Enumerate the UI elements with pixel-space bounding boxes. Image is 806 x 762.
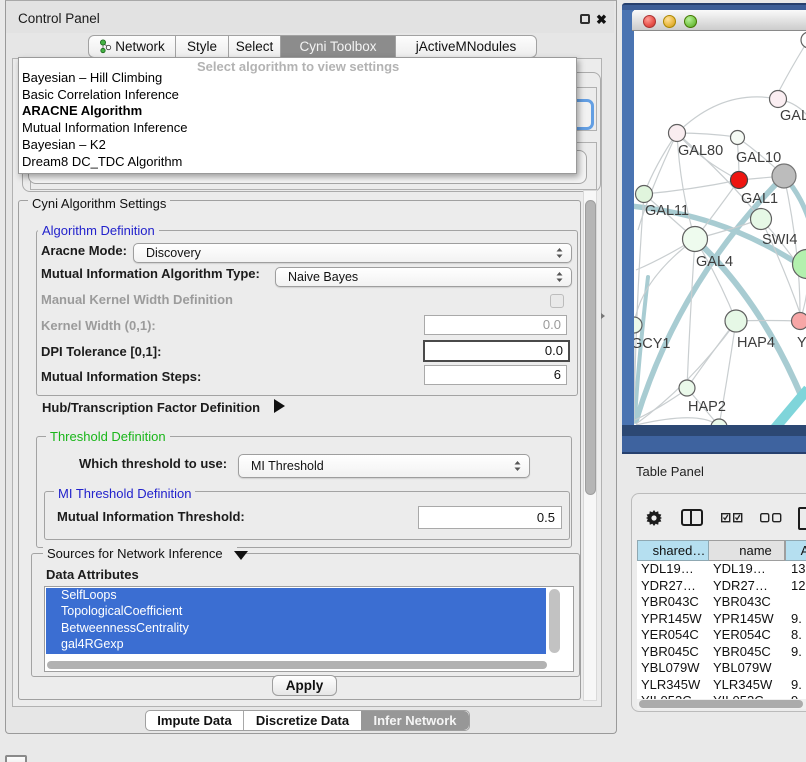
svg-text:GAL7: GAL7 xyxy=(780,108,806,124)
svg-text:SWI4: SWI4 xyxy=(762,232,797,248)
svg-text:GAL1: GAL1 xyxy=(741,191,778,207)
svg-text:GAL10: GAL10 xyxy=(736,150,781,166)
svg-text:GCY1: GCY1 xyxy=(634,336,671,352)
svg-text:HAP4: HAP4 xyxy=(737,335,775,351)
svg-text:GAL4: GAL4 xyxy=(696,254,733,270)
svg-text:GAL11: GAL11 xyxy=(645,203,689,219)
svg-text:HAP2: HAP2 xyxy=(688,399,726,415)
svg-text:GAL80: GAL80 xyxy=(678,143,723,159)
svg-text:Y: Y xyxy=(797,335,806,351)
